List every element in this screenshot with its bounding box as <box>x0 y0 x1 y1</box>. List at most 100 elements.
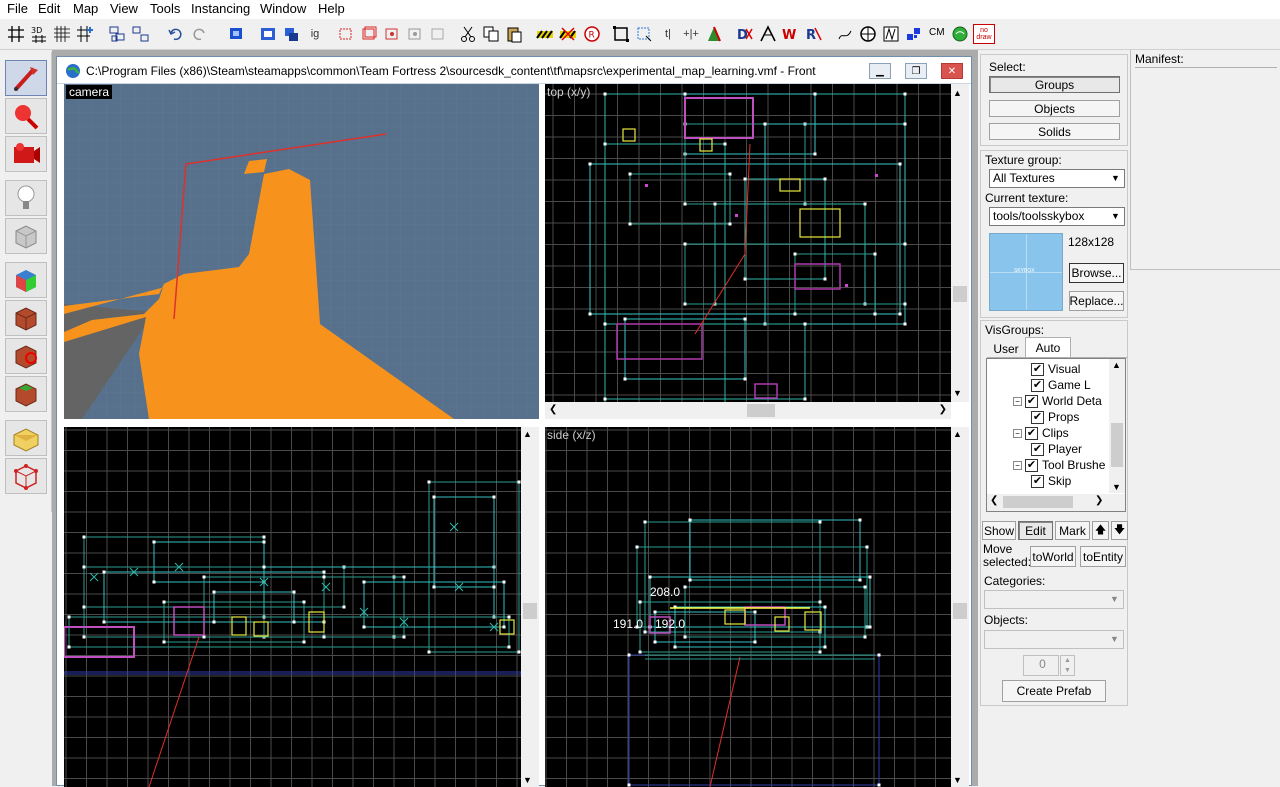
compile-icon[interactable] <box>758 24 778 44</box>
texture-lock-icon[interactable] <box>535 24 555 44</box>
menu-instancing[interactable]: Instancing <box>191 1 250 16</box>
smaller-grid-icon[interactable] <box>52 24 72 44</box>
texture-group-select[interactable]: All Textures ▼ <box>989 169 1125 188</box>
visgroup-edit-button[interactable]: Edit <box>1018 521 1053 540</box>
ungroup-icon[interactable] <box>130 24 150 44</box>
selection-box-icon[interactable] <box>611 24 631 44</box>
visgroup-checkbox[interactable]: ✔ <box>1025 394 1038 408</box>
cut-icon[interactable] <box>458 24 478 44</box>
sprinkle-icon[interactable] <box>835 24 855 44</box>
copy-icon[interactable] <box>481 24 501 44</box>
browse-button[interactable]: Browse... <box>1069 263 1124 283</box>
visgroup-checkbox[interactable]: ✔ <box>1031 410 1044 424</box>
nodraw-toggle-icon[interactable]: no draw <box>973 24 995 44</box>
visgroup-toggle-icon[interactable] <box>428 24 448 44</box>
prefab-count-input[interactable]: 0 <box>1023 655 1059 676</box>
visgroup-item[interactable]: ✔ Props <box>1031 409 1079 425</box>
displacement-icon[interactable] <box>904 24 924 44</box>
visgroup-checkbox[interactable]: ✔ <box>1031 474 1044 488</box>
front-viewport[interactable] <box>64 427 521 787</box>
entity-report-icon[interactable]: D <box>735 24 755 44</box>
collapse-icon[interactable]: − <box>1013 428 1022 438</box>
run-map-icon[interactable]: R <box>804 24 824 44</box>
visgroup-checkbox[interactable]: ✔ <box>1031 442 1044 456</box>
menu-map[interactable]: Map <box>73 1 98 16</box>
carve-icon[interactable] <box>226 24 246 44</box>
tab-visgroups-user[interactable]: User <box>987 339 1025 359</box>
toggle-texture-app-icon[interactable] <box>5 262 47 298</box>
visgroup-show-button[interactable]: Show <box>982 521 1016 540</box>
move-down-arrow-icon[interactable]: 🡇 <box>1111 521 1128 540</box>
paste-icon[interactable] <box>504 24 524 44</box>
hide-selection-icon[interactable] <box>336 24 356 44</box>
minimize-button[interactable]: ▁ <box>869 63 891 79</box>
side-viewport[interactable]: side (x/z) 208.0 191.0 192.0 <box>545 427 951 787</box>
visgroup-item[interactable]: ✔ Visual <box>1031 361 1080 377</box>
visgroup-mark-button[interactable]: Mark <box>1055 521 1090 540</box>
select-solids-button[interactable]: Solids <box>989 123 1120 140</box>
visgroup-checkbox[interactable]: ✔ <box>1031 378 1044 392</box>
apply-overlays-icon[interactable] <box>5 376 47 412</box>
hollow-icon[interactable] <box>258 24 278 44</box>
objects-select[interactable]: ▼ <box>984 630 1124 649</box>
visgroup-checkbox[interactable]: ✔ <box>1025 458 1038 472</box>
apply-texture-icon[interactable] <box>5 300 47 336</box>
selection-tool-icon[interactable] <box>5 60 47 96</box>
cubemap-icon[interactable] <box>950 24 970 44</box>
radius-culling-icon[interactable]: R <box>582 24 602 44</box>
visgroup-item[interactable]: − ✔ World Deta <box>1013 393 1102 409</box>
menu-file[interactable]: File <box>7 1 28 16</box>
to-entity-button[interactable]: toEntity <box>1080 546 1126 567</box>
side-vertical-scrollbar[interactable]: ▲ ▼ <box>951 427 969 787</box>
menu-window[interactable]: Window <box>260 1 306 16</box>
categories-select[interactable]: ▼ <box>984 590 1124 609</box>
select-groups-button[interactable]: Groups <box>989 76 1120 93</box>
clip-tool-icon[interactable] <box>281 24 301 44</box>
camera-viewport[interactable]: camera <box>64 84 539 419</box>
cm-label[interactable]: CM <box>929 27 945 38</box>
restore-button[interactable]: ❐ <box>905 63 927 79</box>
top-hscroll-thumb[interactable] <box>747 404 775 417</box>
visgroup-item[interactable]: ✔ Skip <box>1031 473 1071 489</box>
create-prefab-button[interactable]: Create Prefab <box>1002 680 1106 702</box>
collapse-icon[interactable]: − <box>1013 396 1022 406</box>
front-vscroll-thumb[interactable] <box>523 603 537 619</box>
side-vscroll-thumb[interactable] <box>953 603 967 619</box>
snap-icon[interactable]: +|+ <box>681 24 701 44</box>
top-vscroll-thumb[interactable] <box>953 286 967 302</box>
menu-edit[interactable]: Edit <box>38 1 60 16</box>
visgroup-checkbox[interactable]: ✔ <box>1031 362 1044 376</box>
visgroups-tree[interactable]: ✔ Visual ✔ Game L − ✔ World Deta ✔ Props − ✔ Clips ✔… <box>986 358 1126 512</box>
tab-visgroups-auto[interactable]: Auto <box>1025 337 1071 357</box>
visgroup-item[interactable]: − ✔ Tool Brushe <box>1013 457 1105 473</box>
larger-grid-icon[interactable] <box>75 24 95 44</box>
texture-scale-lock-icon[interactable] <box>558 24 578 44</box>
ignore-groups-icon[interactable]: ig <box>305 24 325 44</box>
front-vertical-scrollbar[interactable]: ▲ ▼ <box>521 427 539 787</box>
to-world-button[interactable]: toWorld <box>1030 546 1076 567</box>
collapse-icon[interactable]: − <box>1013 460 1022 470</box>
check-map-icon[interactable]: W <box>781 24 801 44</box>
redo-icon[interactable] <box>189 24 209 44</box>
3d-grid-icon[interactable]: 3D <box>29 24 49 44</box>
sphere-icon[interactable] <box>858 24 878 44</box>
visgroup-item[interactable]: − ✔ Clips <box>1013 425 1069 441</box>
current-texture-select[interactable]: tools/toolsskybox ▼ <box>989 207 1125 226</box>
visgroup-item[interactable]: ✔ Game L <box>1031 377 1091 393</box>
texture-preview[interactable]: SKYBOX <box>989 233 1063 311</box>
brush-display-icon[interactable] <box>704 24 724 44</box>
top-viewport[interactable]: top (x/y) <box>545 84 951 402</box>
block-tool-icon[interactable] <box>5 218 47 254</box>
entity-tool-icon[interactable] <box>5 180 47 216</box>
prefab-count-spinner[interactable]: ▲ ▼ <box>1060 655 1075 676</box>
top-horizontal-scrollbar[interactable]: ❮ ❯ <box>545 402 951 419</box>
replace-button[interactable]: Replace... <box>1069 291 1124 311</box>
visgroup-item[interactable]: ✔ Player <box>1031 441 1082 457</box>
camera-tool-icon[interactable] <box>5 136 47 172</box>
show-all-icon[interactable] <box>359 24 379 44</box>
visgroup-unhide-icon[interactable] <box>382 24 402 44</box>
visgroups-vertical-scrollbar[interactable]: ▲ ▼ <box>1109 359 1125 493</box>
close-button[interactable]: ✕ <box>941 63 963 79</box>
overlay-icon[interactable] <box>881 24 901 44</box>
menu-help[interactable]: Help <box>318 1 345 16</box>
